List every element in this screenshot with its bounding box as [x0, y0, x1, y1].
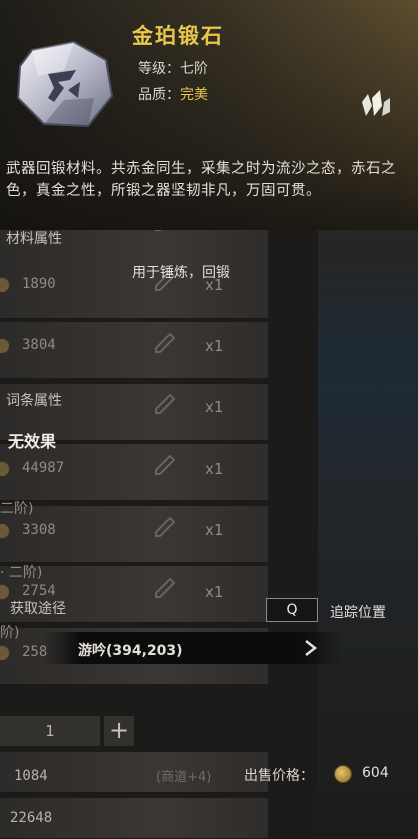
grade-value: 七阶 — [180, 61, 208, 77]
hammer-icon — [155, 332, 176, 353]
item-grade: 等级：七阶 — [138, 58, 208, 78]
sell-price-value: 604 — [362, 765, 389, 781]
forge-stone-icon — [16, 40, 114, 128]
list-name-fragment: 二阶) — [0, 501, 34, 517]
source-title: 获取途径 — [10, 601, 66, 617]
coin-icon — [334, 765, 352, 783]
increase-quantity-button[interactable]: + — [104, 716, 134, 746]
list-price: 3308 — [22, 522, 56, 538]
list-qty: x1 — [205, 583, 224, 601]
list-qty: x1 — [205, 398, 224, 416]
hammer-icon — [155, 577, 176, 598]
hammer-icon — [155, 516, 176, 537]
list-price: 44987 — [22, 460, 65, 476]
hammer-icon — [155, 393, 176, 414]
sell-price-label: 出售价格： — [244, 768, 314, 784]
item-description: 武器回锻材料。共赤金同生，采集之时为流沙之态，赤石之色，真金之性，所锻之器坚韧非… — [6, 161, 396, 199]
item-name: 金珀锻石 — [132, 24, 224, 48]
affix-attr-title: 词条属性 — [6, 393, 62, 409]
merchant-bonus-note: (商道+4) — [156, 770, 212, 785]
source-label: 游吟(394,203) — [78, 643, 183, 659]
quantity-input[interactable]: 1 — [0, 716, 100, 746]
chevron-right-icon — [305, 640, 318, 656]
list-qty: x1 — [205, 460, 224, 478]
list-value: 22648 — [10, 810, 53, 826]
affix-attr-text: 无效果 — [8, 432, 57, 451]
list-name-fragment: 阶) — [0, 625, 20, 641]
hammer-icon — [155, 454, 176, 475]
quality-label: 品质： — [138, 87, 180, 103]
item-quality: 品质：完美 — [138, 84, 208, 104]
material-attr-text: 用于锤炼，回锻 — [132, 265, 230, 281]
quality-value: 完美 — [180, 87, 208, 103]
list-price: 1890 — [22, 276, 56, 292]
list-qty: x1 — [205, 337, 224, 355]
list-price: 2754 — [22, 583, 56, 599]
crystal-icon[interactable] — [356, 88, 394, 118]
track-location-button[interactable]: 追踪位置 — [330, 602, 386, 622]
list-qty: x1 — [205, 521, 224, 539]
track-key-hint[interactable]: Q — [266, 598, 318, 622]
list-price: 3804 — [22, 337, 56, 353]
source-entry[interactable]: 游吟(394,203) — [44, 632, 344, 664]
list-value: 1084 — [14, 768, 48, 784]
material-attr-title: 材料属性 — [6, 231, 62, 247]
list-name-fragment: · 二阶) — [0, 565, 43, 581]
grade-label: 等级： — [138, 61, 180, 77]
